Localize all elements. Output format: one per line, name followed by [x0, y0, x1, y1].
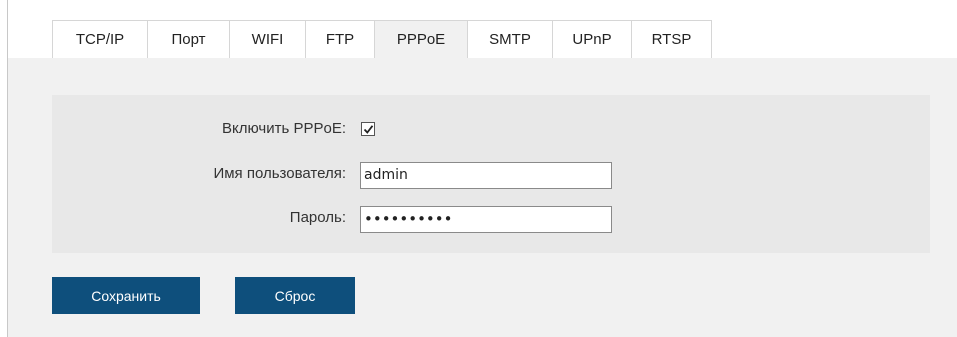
tab-bar: TCP/IP Порт WIFI FTP PPPoE SMTP UPnP RTS… [52, 20, 712, 58]
save-button[interactable]: Сохранить [52, 277, 200, 314]
password-label: Пароль: [289, 209, 346, 226]
tab-port[interactable]: Порт [147, 20, 230, 58]
settings-window: TCP/IP Порт WIFI FTP PPPoE SMTP UPnP RTS… [0, 0, 957, 337]
tab-wifi[interactable]: WIFI [229, 20, 306, 58]
username-label: Имя пользователя: [213, 165, 346, 182]
password-field[interactable]: •••••••••• [360, 206, 612, 233]
enable-pppoe-label: Включить PPPoE: [222, 120, 346, 137]
tab-tcp-ip[interactable]: TCP/IP [52, 20, 148, 58]
tab-upnp[interactable]: UPnP [552, 20, 632, 58]
reset-button[interactable]: Сброс [235, 277, 355, 314]
username-field[interactable]: admin [360, 162, 612, 189]
enable-pppoe-checkbox[interactable] [361, 122, 375, 136]
tab-pppoe[interactable]: PPPoE [374, 20, 468, 58]
tab-ftp[interactable]: FTP [305, 20, 375, 58]
tab-rtsp[interactable]: RTSP [631, 20, 712, 58]
tab-smtp[interactable]: SMTP [467, 20, 553, 58]
check-icon [363, 125, 374, 134]
